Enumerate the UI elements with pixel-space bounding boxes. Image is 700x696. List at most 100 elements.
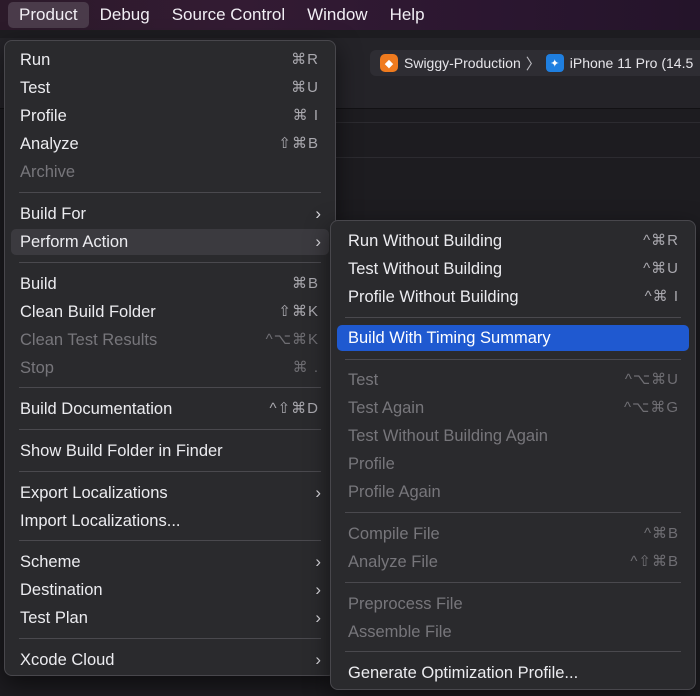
shortcut: ⇧⌘K [278, 303, 319, 320]
shortcut: ⌘U [291, 79, 319, 96]
menu-item-run-without-building[interactable]: Run Without Building ^⌘R [337, 228, 689, 254]
menu-item-preprocess-file: Preprocess File [337, 591, 689, 617]
chevron-right-icon: 〉 [525, 55, 541, 73]
shortcut: ^⇧⌘D [269, 400, 319, 417]
divider [335, 157, 700, 158]
menu-separator [19, 540, 321, 541]
menu-item-label: Profile [20, 107, 67, 125]
menu-item-label: Run [20, 51, 51, 69]
menu-item-label: Clean Build Folder [20, 303, 156, 321]
menu-item-archive: Archive [11, 159, 329, 185]
menu-item-build-for[interactable]: Build For › [11, 201, 329, 227]
menu-item-generate-optimization-profile[interactable]: Generate Optimization Profile... [337, 660, 689, 686]
menu-item-label: Perform Action [20, 233, 129, 251]
shortcut: ^⌘ I [644, 288, 679, 305]
menu-item-label: Xcode Cloud [20, 651, 115, 669]
menu-item-perform-action[interactable]: Perform Action › [11, 229, 329, 255]
menu-item-label: Test Without Building Again [348, 427, 548, 445]
menu-item-label: Build Documentation [20, 400, 173, 418]
product-menu: Run ⌘R Test ⌘U Profile ⌘ I Analyze ⇧⌘B A… [4, 40, 336, 676]
menu-item-export-localizations[interactable]: Export Localizations › [11, 480, 329, 506]
menu-item-xcode-cloud[interactable]: Xcode Cloud › [11, 647, 329, 673]
shortcut: ⌘R [291, 51, 319, 68]
shortcut: ⌘B [291, 275, 319, 292]
menu-item-build-with-timing-summary[interactable]: Build With Timing Summary [337, 325, 689, 351]
menu-item-label: Test [348, 371, 379, 389]
menu-item-label: Run Without Building [348, 232, 503, 250]
menu-item-assemble-file: Assemble File [337, 619, 689, 645]
shortcut: ⇧⌘B [278, 135, 319, 152]
device-name[interactable]: iPhone 11 Pro (14.5 [570, 55, 694, 71]
menu-item-label: Import Localizations... [20, 512, 181, 530]
menu-item-build[interactable]: Build ⌘B [11, 271, 329, 297]
menu-item-clean-build-folder[interactable]: Clean Build Folder ⇧⌘K [11, 299, 329, 325]
menu-separator [19, 471, 321, 472]
menubar-source-control[interactable]: Source Control [161, 2, 296, 28]
menu-item-label: Compile File [348, 525, 440, 543]
menu-item-build-documentation[interactable]: Build Documentation ^⇧⌘D [11, 396, 329, 422]
menubar-window[interactable]: Window [296, 2, 378, 28]
menu-item-test[interactable]: Test ⌘U [11, 75, 329, 101]
menu-item-label: Test [20, 79, 51, 97]
menubar-product[interactable]: Product [8, 2, 89, 28]
shortcut: ^⌘R [643, 232, 679, 249]
menu-item-test-plan[interactable]: Test Plan › [11, 605, 329, 631]
menu-item-label: Show Build Folder in Finder [20, 442, 223, 460]
chevron-right-icon: › [315, 650, 321, 669]
shortcut: ⌘ . [292, 359, 319, 376]
menu-item-label: Assemble File [348, 623, 452, 641]
menu-item-profile-without-building[interactable]: Profile Without Building ^⌘ I [337, 284, 689, 310]
menu-separator [19, 429, 321, 430]
menu-item-label: Clean Test Results [20, 331, 158, 349]
chevron-right-icon: › [315, 608, 321, 627]
menu-item-label: Analyze File [348, 553, 438, 571]
menu-separator [19, 192, 321, 193]
xcode-device-icon: ✦ [545, 54, 564, 72]
menu-item-profile: Profile [337, 451, 689, 477]
menu-item-label: Build [20, 275, 57, 293]
menu-item-test-again: Test Again ^⌥⌘G [337, 395, 689, 421]
menu-item-test-without-building[interactable]: Test Without Building ^⌘U [337, 256, 689, 282]
menu-item-profile[interactable]: Profile ⌘ I [11, 103, 329, 129]
menu-item-label: Profile [348, 455, 395, 473]
menu-item-label: Preprocess File [348, 595, 463, 613]
chevron-right-icon: › [315, 483, 321, 502]
scheme-name[interactable]: Swiggy-Production [404, 55, 521, 71]
menu-item-label: Generate Optimization Profile... [348, 664, 579, 682]
menu-item-label: Test Without Building [348, 260, 503, 278]
perform-action-submenu: Run Without Building ^⌘R Test Without Bu… [330, 220, 696, 690]
menu-item-label: Export Localizations [20, 484, 168, 502]
shortcut: ^⌥⌘K [265, 331, 319, 348]
menu-separator [19, 638, 321, 639]
menu-separator [345, 651, 681, 652]
divider [335, 122, 700, 123]
chevron-right-icon: › [315, 204, 321, 223]
menu-item-compile-file: Compile File ^⌘B [337, 521, 689, 547]
shortcut: ^⌥⌘G [624, 399, 679, 416]
menu-item-scheme[interactable]: Scheme › [11, 549, 329, 575]
menu-item-analyze-file: Analyze File ^⇧⌘B [337, 549, 689, 575]
chevron-right-icon: › [315, 552, 321, 571]
scheme-selector[interactable]: ◆ Swiggy-Production 〉 ✦ iPhone 11 Pro (1… [370, 50, 700, 76]
menubar-debug[interactable]: Debug [89, 2, 161, 28]
menu-item-label: Test Plan [20, 609, 88, 627]
menu-item-destination[interactable]: Destination › [11, 577, 329, 603]
menu-bar: Product Debug Source Control Window Help [0, 0, 700, 30]
menu-item-label: Build With Timing Summary [348, 329, 551, 347]
menu-item-run[interactable]: Run ⌘R [11, 47, 329, 73]
menu-item-import-localizations[interactable]: Import Localizations... [11, 508, 329, 534]
menu-item-test: Test ^⌥⌘U [337, 367, 689, 393]
shortcut: ^⌘B [643, 525, 679, 542]
menu-item-show-build-folder[interactable]: Show Build Folder in Finder [11, 438, 329, 464]
menu-item-label: Test Again [348, 399, 425, 417]
shortcut: ^⌥⌘U [624, 371, 679, 388]
menu-item-label: Scheme [20, 553, 81, 571]
menu-separator [345, 512, 681, 513]
menu-item-analyze[interactable]: Analyze ⇧⌘B [11, 131, 329, 157]
menu-separator [345, 582, 681, 583]
shortcut: ⌘ I [292, 107, 319, 124]
menu-item-label: Stop [20, 359, 54, 377]
menu-item-label: Destination [20, 581, 103, 599]
menubar-help[interactable]: Help [379, 2, 436, 28]
menu-separator [19, 387, 321, 388]
